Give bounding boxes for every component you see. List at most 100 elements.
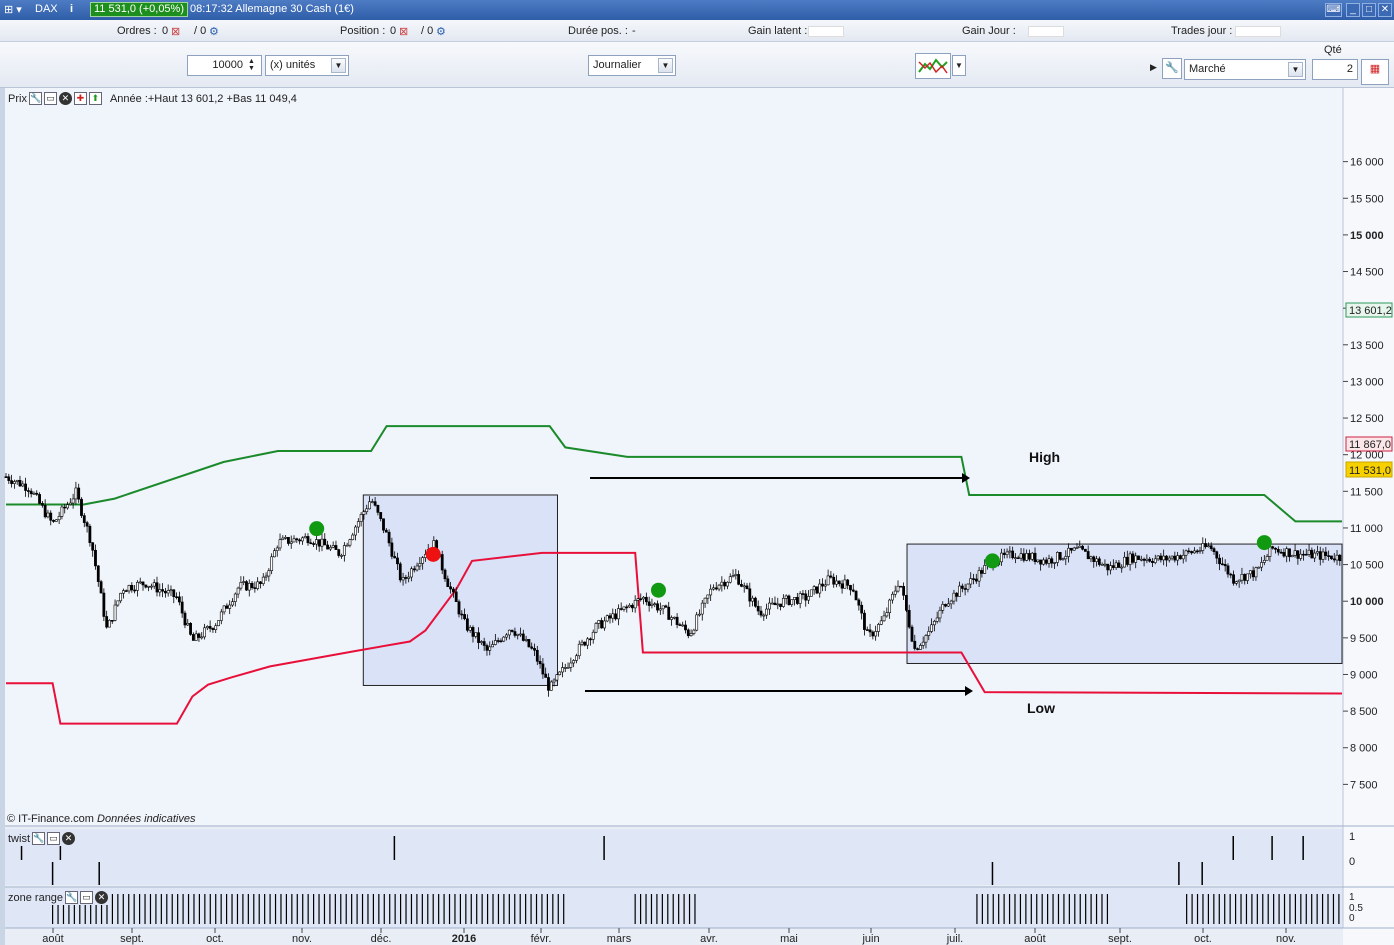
wrench-icon[interactable]: 🔧 [32,832,45,845]
candle-body [46,512,50,518]
candle-body [1293,550,1297,556]
candle-body [740,584,743,587]
maximize-button[interactable]: □ [1362,3,1376,17]
candle-body [1134,555,1138,563]
candle-body [376,504,380,513]
close-button[interactable]: ✕ [1378,3,1392,17]
candle-body [1285,548,1289,557]
qte-input[interactable]: 2 [1312,59,1358,80]
candle-body [155,582,159,593]
chevron-down-icon[interactable]: ▼ [331,58,346,73]
x-tick-label: sept. [120,933,144,945]
candle-body [977,570,981,582]
price-panel-label: Prix [8,92,27,105]
units-select[interactable]: (x) unités ▼ [265,55,349,76]
candle-body [40,502,44,506]
window-icon[interactable]: ▭ [80,891,94,904]
candle-body [742,585,746,588]
quantity-input[interactable]: 10000 ▲ ▼ [187,55,262,76]
quantity-stepper-icon[interactable]: ▲ ▼ [244,58,259,73]
candle-body [287,537,290,544]
tag-high-text: 13 601,2 [1349,305,1392,317]
candle-body [264,575,268,578]
keyboard-icon[interactable]: ⌨ [1325,3,1342,17]
wrench-icon[interactable]: 🔧 [1162,58,1182,79]
trading-app: ⊞ ▾ DAX i 11 531,0 (+0,05%) 08:17:32 All… [0,0,1394,945]
candle-body [1240,574,1244,581]
candle-body [533,648,536,651]
wrench-icon[interactable]: 🔧 [28,92,42,105]
time-and-instrument: 08:17:32 Allemagne 30 Cash (1€) [190,3,354,15]
candle-body [1296,550,1300,559]
indicator-chart-button[interactable] [915,53,951,79]
candle-body [446,578,450,588]
candle-body [1025,553,1029,561]
candle-body [672,616,676,619]
chevron-down-icon[interactable]: ▼ [658,58,673,73]
candle-body [1251,570,1255,578]
gain-jour-mask [1028,25,1064,37]
candle-body [440,554,444,571]
window-icon[interactable]: ▭ [43,92,57,105]
candle-body [762,614,766,617]
candle-body [298,539,302,542]
candle-body [482,641,486,646]
candle-body [267,570,271,577]
period-select[interactable]: Journalier ▼ [588,55,676,76]
candle-body [1030,552,1034,560]
candle-body [720,581,724,586]
candle-body [899,585,903,588]
candle-body [756,605,760,612]
close-icon[interactable]: ✕ [95,891,109,904]
candle-body [877,624,880,632]
candle-body [10,480,13,484]
candle-body [706,594,710,599]
candle-body [113,604,117,621]
x-tick-label: oct. [1194,933,1212,945]
chevron-down-icon[interactable]: ▼ [1288,62,1303,77]
minimize-button[interactable]: _ [1346,3,1360,17]
price-chart[interactable]: 16 00015 50015 00014 50014 00013 50013 0… [0,88,1394,945]
candle-body [944,604,947,607]
candle-body [952,592,956,602]
candle-body [781,598,785,607]
info-icon[interactable]: i [70,3,73,15]
orders-settings-icon[interactable]: ⚙ [209,25,219,38]
y-tick-label: 16 000 [1350,157,1384,169]
orders-cancel-icon[interactable]: ⊠ [171,25,180,38]
position-settings-icon[interactable]: ⚙ [436,25,446,38]
window-menu-icon[interactable]: ⊞ ▾ [4,3,22,16]
order-grid-icon[interactable]: ▦ [1361,59,1389,85]
candle-body [1131,553,1135,563]
candle-body [197,633,201,638]
instrument-name[interactable]: DAX [35,3,58,15]
candle-body [1008,550,1012,553]
close-icon[interactable]: ✕ [62,832,75,845]
order-type-select[interactable]: Marché ▼ [1184,59,1306,80]
close-icon[interactable]: ✕ [58,92,72,105]
candle-body [521,633,525,641]
position-cancel-icon[interactable]: ⊠ [399,25,408,38]
candle-body [955,592,959,597]
up-green-icon[interactable]: ⬆ [88,92,102,105]
add-red-icon[interactable]: ✚ [73,92,87,105]
candle-body [801,593,805,595]
candle-body [751,597,755,602]
candle-body [189,622,192,635]
candle-body [658,608,662,611]
candle-body [278,539,282,549]
wrench-icon[interactable]: 🔧 [65,891,79,904]
candle-body [544,673,548,678]
candle-body [647,601,651,606]
candle-body [1190,551,1194,554]
candle-body [144,584,148,588]
twist-panel-label: twist [8,832,30,845]
panel-expand-icon[interactable]: ▶ [1150,58,1160,79]
candle-body [49,512,53,521]
window-icon[interactable]: ▭ [47,832,60,845]
candle-body [754,597,757,607]
chart-menu-dropdown[interactable]: ▼ [952,55,966,76]
candle-body [893,590,897,595]
candle-body [1173,555,1177,561]
candle-body [502,636,506,642]
